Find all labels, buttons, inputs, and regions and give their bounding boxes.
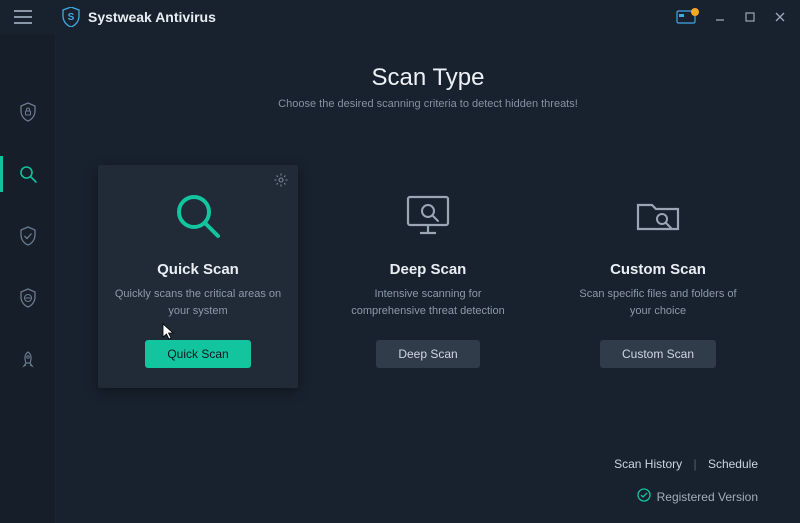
notification-card-icon[interactable] [676, 8, 698, 26]
card-title: Custom Scan [572, 261, 744, 278]
card-title: Deep Scan [342, 261, 514, 278]
svg-text:S: S [68, 12, 75, 23]
window-controls [708, 5, 792, 29]
sidebar-item-e-shield[interactable] [0, 280, 56, 316]
card-desc: Intensive scanning for comprehensive thr… [342, 286, 514, 320]
sidebar [0, 34, 56, 523]
registered-version: Registered Version [637, 488, 758, 505]
card-title: Quick Scan [112, 261, 284, 278]
search-icon [112, 185, 284, 247]
scan-history-link[interactable]: Scan History [614, 457, 682, 471]
folder-search-icon [572, 185, 744, 247]
footer-links: Scan History | Schedule [614, 457, 758, 471]
titlebar: S Systweak Antivirus [0, 0, 800, 34]
app-title: Systweak Antivirus [88, 9, 216, 25]
hamburger-menu[interactable] [14, 5, 38, 29]
card-desc: Scan specific files and folders of your … [572, 286, 744, 320]
main-panel: Scan Type Choose the desired scanning cr… [56, 34, 800, 523]
shield-logo-icon: S [62, 7, 80, 27]
gear-icon[interactable] [274, 173, 288, 192]
card-deep-scan[interactable]: Deep Scan Intensive scanning for compreh… [328, 165, 528, 388]
separator: | [693, 457, 696, 471]
maximize-button[interactable] [738, 5, 762, 29]
scan-cards: Quick Scan Quickly scans the critical ar… [96, 165, 760, 388]
deep-scan-button[interactable]: Deep Scan [376, 340, 479, 368]
monitor-search-icon [342, 185, 514, 247]
quick-scan-button[interactable]: Quick Scan [145, 340, 250, 368]
close-button[interactable] [768, 5, 792, 29]
sidebar-item-shield-check[interactable] [0, 218, 56, 254]
custom-scan-button[interactable]: Custom Scan [600, 340, 716, 368]
page-subtitle: Choose the desired scanning criteria to … [96, 98, 760, 110]
check-circle-icon [637, 488, 651, 505]
app-logo: S Systweak Antivirus [62, 7, 216, 27]
registered-label: Registered Version [657, 490, 758, 504]
minimize-button[interactable] [708, 5, 732, 29]
sidebar-item-rocket[interactable] [0, 342, 56, 378]
schedule-link[interactable]: Schedule [708, 457, 758, 471]
sidebar-item-lock[interactable] [0, 94, 56, 130]
page-title: Scan Type [96, 64, 760, 92]
card-desc: Quickly scans the critical areas on your… [112, 286, 284, 320]
sidebar-item-scan[interactable] [0, 156, 56, 192]
card-quick-scan[interactable]: Quick Scan Quickly scans the critical ar… [98, 165, 298, 388]
card-custom-scan[interactable]: Custom Scan Scan specific files and fold… [558, 165, 758, 388]
